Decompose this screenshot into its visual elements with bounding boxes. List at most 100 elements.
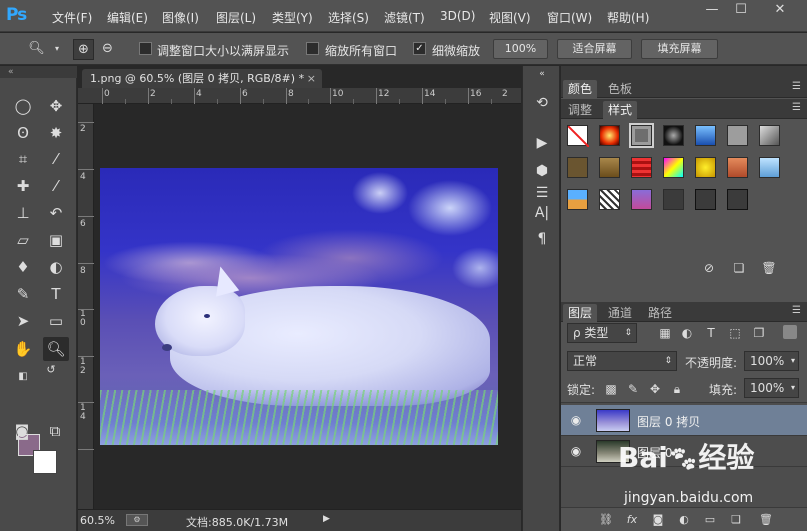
brush-tool-icon[interactable]: ⁄	[43, 174, 69, 198]
zoom-100-button[interactable]: 100%	[493, 39, 548, 59]
3d-panel-icon[interactable]: ⬢	[531, 160, 553, 182]
dodge-tool-icon[interactable]: ◐	[43, 255, 69, 279]
magic-wand-tool-icon[interactable]: ✸	[43, 121, 69, 145]
screen-mode-icon[interactable]: ⧉	[42, 419, 68, 443]
layers-panel-menu-icon[interactable]: ☰	[792, 305, 801, 316]
filter-pixel-icon[interactable]: ▦	[657, 325, 673, 341]
menu-edit[interactable]: 编辑(E)	[107, 9, 148, 26]
color-panel-menu-icon[interactable]: ☰	[792, 81, 801, 92]
close-document-icon[interactable]: ×	[307, 69, 316, 89]
visibility-eye-icon[interactable]: ◉	[568, 413, 584, 427]
horizontal-ruler[interactable]: 0 2 4 6 8 10 12 14 16 2	[78, 88, 521, 104]
tab-channels[interactable]: 通道	[603, 304, 637, 322]
style-swatch-selected[interactable]	[629, 123, 654, 148]
layer-name[interactable]: 图层 0 拷贝	[637, 413, 700, 430]
menu-file[interactable]: 文件(F)	[52, 9, 92, 26]
menu-help[interactable]: 帮助(H)	[607, 9, 649, 26]
layer-name[interactable]: 图层 0	[637, 444, 672, 461]
visibility-eye-icon[interactable]: ◉	[568, 444, 584, 458]
filter-toggle-icon[interactable]	[783, 325, 797, 339]
path-selection-tool-icon[interactable]: ➤	[10, 309, 36, 333]
eyedropper-tool-icon[interactable]: ⁄	[43, 147, 69, 171]
crop-tool-icon[interactable]: ⌗	[10, 147, 36, 171]
opacity-input[interactable]: 100% ▾	[744, 351, 799, 371]
clear-style-icon[interactable]: ⊘	[701, 260, 717, 276]
lasso-tool-icon[interactable]: ʘ	[10, 121, 36, 145]
styles-panel-menu-icon[interactable]: ☰	[792, 102, 801, 113]
status-options-icon[interactable]: ⚙	[126, 514, 148, 526]
document-image[interactable]	[100, 168, 498, 445]
resize-windows-checkbox[interactable]	[139, 42, 152, 55]
history-brush-tool-icon[interactable]: ↶	[43, 201, 69, 225]
minimize-button[interactable]: —	[700, 0, 724, 20]
close-window-button[interactable]: ✕	[760, 0, 800, 20]
move-tool-icon[interactable]: ✥	[43, 94, 69, 118]
tab-layers[interactable]: 图层	[563, 304, 598, 322]
quick-mask-icon[interactable]: ◙	[9, 419, 35, 443]
lock-image-icon[interactable]: ✎	[625, 381, 641, 397]
actions-panel-icon[interactable]: ▶	[531, 132, 553, 154]
swap-colors-icon[interactable]: ↺	[38, 358, 64, 382]
style-swatch[interactable]	[631, 157, 652, 178]
menu-type[interactable]: 类型(Y)	[272, 9, 313, 26]
style-swatch[interactable]	[631, 189, 652, 210]
adjustment-layer-icon[interactable]: ◐	[675, 512, 693, 528]
zoom-all-windows-checkbox[interactable]	[306, 42, 319, 55]
style-swatch[interactable]	[567, 157, 588, 178]
layer-mask-icon[interactable]: ◙	[649, 512, 667, 528]
gradient-tool-icon[interactable]: ▣	[43, 228, 69, 252]
style-swatch[interactable]	[695, 157, 716, 178]
menu-select[interactable]: 选择(S)	[328, 9, 369, 26]
background-color-swatch[interactable]	[33, 450, 57, 474]
zoom-level-text[interactable]: 60.5%	[80, 514, 115, 527]
hand-tool-icon[interactable]: ✋	[10, 337, 36, 361]
style-swatch[interactable]	[695, 125, 716, 146]
style-swatch[interactable]	[599, 189, 620, 210]
paragraph-panel-icon[interactable]: ¶	[531, 228, 553, 250]
style-swatch[interactable]	[567, 189, 588, 210]
blend-mode-select[interactable]: 正常 ⇕	[567, 351, 677, 371]
tab-color[interactable]: 颜色	[563, 80, 598, 98]
status-menu-arrow-icon[interactable]: ▶	[323, 514, 330, 524]
blur-tool-icon[interactable]: ♦	[10, 255, 36, 279]
style-swatch[interactable]	[695, 189, 716, 210]
default-colors-icon[interactable]: ◧	[10, 365, 36, 389]
lock-position-icon[interactable]: ✥	[647, 381, 663, 397]
document-tab[interactable]: 1.png @ 60.5% (图层 0 拷贝, RGB/8#) * ×	[82, 69, 322, 89]
pen-tool-icon[interactable]: ✎	[10, 282, 36, 306]
fill-screen-button[interactable]: 填充屏幕	[641, 39, 718, 59]
rectangle-tool-icon[interactable]: ▭	[43, 309, 69, 333]
eraser-tool-icon[interactable]: ▱	[10, 228, 36, 252]
style-swatch[interactable]	[727, 125, 748, 146]
filter-smart-object-icon[interactable]: ❐	[751, 325, 767, 341]
menu-image[interactable]: 图像(I)	[162, 9, 199, 26]
character-panel-icon[interactable]: A|	[531, 202, 553, 224]
vertical-ruler[interactable]: 2 4 6 8 1 0 1 2 1 4	[78, 104, 94, 512]
menu-3d[interactable]: 3D(D)	[440, 9, 475, 23]
style-swatch[interactable]	[759, 157, 780, 178]
zoom-tool-preset-icon[interactable]: 🔍︎	[26, 39, 47, 60]
zoom-out-icon[interactable]: ⊖	[97, 39, 118, 60]
zoom-in-icon[interactable]: ⊕	[73, 39, 94, 60]
style-swatch[interactable]	[759, 125, 780, 146]
restore-button[interactable]: ☐	[729, 0, 753, 20]
style-none-swatch[interactable]	[567, 125, 590, 148]
layer-row[interactable]: ◉ 图层 0 拷贝	[561, 405, 807, 436]
fit-screen-button[interactable]: 适合屏幕	[557, 39, 632, 59]
delete-style-icon[interactable]: 🗑︎	[761, 260, 777, 276]
healing-brush-tool-icon[interactable]: ✚	[10, 174, 36, 198]
history-panel-icon[interactable]: ⟲	[531, 92, 553, 114]
style-swatch[interactable]	[599, 157, 620, 178]
tab-swatches[interactable]: 色板	[603, 80, 637, 98]
new-layer-icon[interactable]: ❏	[727, 512, 745, 528]
style-swatch[interactable]	[727, 189, 748, 210]
style-swatch[interactable]	[663, 125, 684, 146]
lock-transparent-icon[interactable]: ▩	[603, 381, 619, 397]
new-group-icon[interactable]: ▭	[701, 512, 719, 528]
toolbox-collapse-icon[interactable]: «	[0, 66, 77, 78]
lock-all-icon[interactable]: 🔒︎	[669, 381, 685, 397]
style-swatch[interactable]	[663, 189, 684, 210]
delete-layer-icon[interactable]: 🗑︎	[757, 512, 775, 528]
layer-row[interactable]: ◉ 图层 0	[561, 436, 807, 467]
expand-panels-icon[interactable]: «	[531, 68, 553, 80]
